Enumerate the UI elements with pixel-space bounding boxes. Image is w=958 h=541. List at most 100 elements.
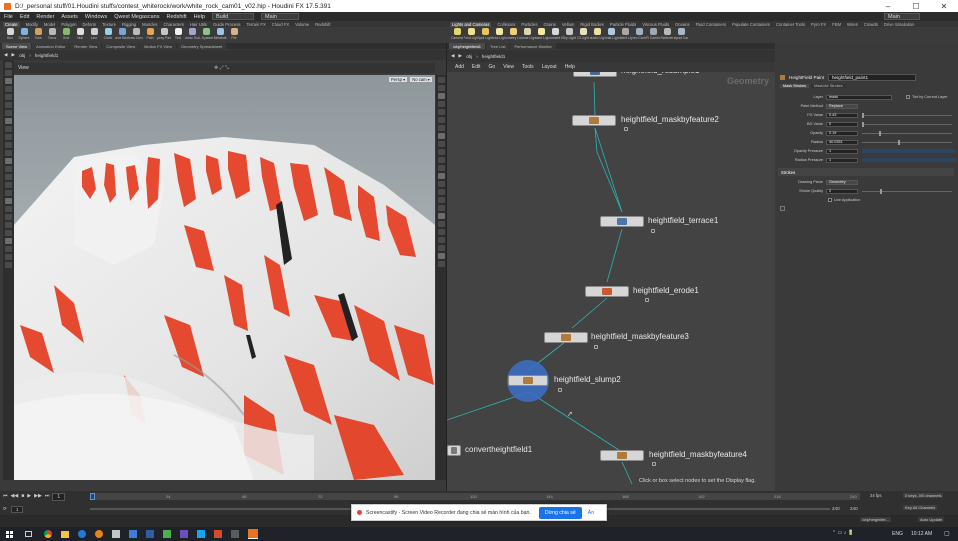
- shelf-right-tab[interactable]: Viscous Fluids: [642, 22, 669, 27]
- stroke-quality-field[interactable]: 2: [826, 188, 858, 194]
- shelf-right-tab[interactable]: Grains: [543, 22, 555, 27]
- viewport-tool-icon[interactable]: [5, 166, 12, 172]
- stop-sharing-button[interactable]: Dừng chia sẻ: [538, 506, 582, 519]
- help-toggle-icon[interactable]: [780, 206, 785, 211]
- shelf-tool-button[interactable]: Circle: [101, 27, 115, 43]
- viewport-tool-icon[interactable]: [5, 118, 12, 124]
- viewport-tool-icon[interactable]: [5, 62, 12, 68]
- stroke-quality-slider[interactable]: [862, 188, 952, 194]
- shelf-left-tab[interactable]: Redshift: [315, 22, 330, 27]
- net-menu-edit[interactable]: Edit: [472, 64, 481, 70]
- shelf-tool-button[interactable]: Portal Light: [604, 27, 618, 43]
- forward-arrow-icon[interactable]: ▶: [459, 53, 463, 59]
- shelf-tool-button[interactable]: File: [227, 27, 241, 43]
- viewport-tool-icon[interactable]: [5, 230, 12, 236]
- shelf-tool-button[interactable]: Draw Curve: [129, 27, 143, 43]
- persp-menu[interactable]: Persp ▾: [389, 77, 408, 82]
- lock-icon[interactable]: [651, 229, 655, 233]
- taskbar-app-icon[interactable]: [146, 530, 154, 538]
- desktop-dropdown[interactable]: Main: [884, 13, 920, 20]
- taskbar-app-icon[interactable]: [197, 530, 205, 538]
- viewport-tool-icon[interactable]: [5, 150, 12, 156]
- shelf-right-tab[interactable]: Pyro FX: [811, 22, 826, 27]
- tab-animation-editor[interactable]: Animation Editor: [32, 43, 70, 49]
- shelf-left-tab[interactable]: Cloud FX: [272, 22, 289, 27]
- fg-value-field[interactable]: 0.43: [826, 112, 858, 118]
- shelf-tool-button[interactable]: Volume Light: [520, 27, 534, 43]
- viewport-tool-icon[interactable]: [5, 158, 12, 164]
- shelf-right-tab[interactable]: Fluid Containers: [696, 22, 727, 27]
- shelf-tool-button[interactable]: Caustic Light: [590, 27, 604, 43]
- viewport-tool-icon[interactable]: [5, 102, 12, 108]
- maximize-button[interactable]: ☐: [902, 0, 930, 12]
- display-tool-icon[interactable]: [437, 85, 445, 91]
- radius-field[interactable]: 40.0351: [826, 139, 858, 145]
- shelf-tool-button[interactable]: Sphere: [17, 27, 31, 43]
- menu-render[interactable]: Render: [36, 14, 54, 20]
- language-indicator[interactable]: ENG: [892, 531, 903, 537]
- display-tool-icon[interactable]: [437, 229, 445, 235]
- taskbar-app-icon[interactable]: [95, 530, 103, 538]
- shelf-left-tab[interactable]: Terrain FX: [246, 22, 265, 27]
- viewport-tool-icon[interactable]: [5, 94, 12, 100]
- display-tool-icon[interactable]: [437, 141, 445, 147]
- shelf-tool-button[interactable]: Distant Light: [534, 27, 548, 43]
- display-tool-icon[interactable]: [437, 77, 445, 83]
- viewport-tool-icon[interactable]: [5, 174, 12, 180]
- node-heightfield-slump2[interactable]: heightfield_slump2: [508, 375, 621, 392]
- taskbar-app-icon[interactable]: [129, 530, 137, 538]
- shelf-tool-button[interactable]: Torus: [45, 27, 59, 43]
- shelf-tool-button[interactable]: GI Light: [576, 27, 590, 43]
- shelf-tool-button[interactable]: Box: [3, 27, 17, 43]
- handle-tools-icon[interactable]: ✥ ⤢ ⤡: [214, 65, 229, 71]
- shelf-tool-button[interactable]: Grid: [59, 27, 73, 43]
- display-tool-icon[interactable]: [437, 165, 445, 171]
- strokes-section-header[interactable]: Strokes: [778, 168, 954, 176]
- display-tool-icon[interactable]: [437, 261, 445, 267]
- radius-pressure-field[interactable]: 1: [826, 157, 858, 163]
- lock-icon[interactable]: [558, 388, 562, 392]
- shelf-right-tab[interactable]: Particles: [521, 22, 537, 27]
- viewport-tool-icon[interactable]: [5, 206, 12, 212]
- shelf-tool-button[interactable]: Switcher: [660, 27, 674, 43]
- build-dropdown[interactable]: Build: [211, 13, 254, 20]
- shelf-left-tab[interactable]: Muscles: [142, 22, 157, 27]
- tab-render-view[interactable]: Render View: [70, 43, 102, 49]
- taskbar-app-icon[interactable]: [214, 530, 222, 538]
- node-convertheightfield1[interactable]: convertheightfield1: [447, 445, 532, 456]
- end-frame-field[interactable]: 240: [832, 506, 840, 511]
- display-tool-icon[interactable]: [437, 213, 445, 219]
- viewport-tool-icon[interactable]: [5, 190, 12, 196]
- display-tool-icon[interactable]: [437, 125, 445, 131]
- node-heightfield-maskbyfeature4[interactable]: heightfield_maskbyfeature4: [600, 450, 747, 466]
- shelf-right-tab[interactable]: Crowds: [864, 22, 878, 27]
- key-all-channels[interactable]: Key All Channels: [903, 505, 938, 510]
- main-dropdown[interactable]: Main: [260, 13, 299, 20]
- shelf-left-tab[interactable]: Modify: [26, 22, 38, 27]
- viewport-tool-icon[interactable]: [5, 110, 12, 116]
- bg-value-slider[interactable]: [862, 121, 952, 127]
- shelf-tool-button[interactable]: Tube: [31, 27, 45, 43]
- shelf-tool-button[interactable]: Curve Bezier: [115, 27, 129, 43]
- paint-method-dropdown[interactable]: Replace: [826, 103, 858, 109]
- path-obj[interactable]: obj: [466, 54, 472, 59]
- net-menu-view[interactable]: View: [503, 64, 514, 70]
- shelf-left-tab[interactable]: Model: [44, 22, 55, 27]
- viewport-tool-icon[interactable]: [5, 86, 12, 92]
- tab-scene-view[interactable]: Scene View: [2, 43, 32, 49]
- shelf-left-tab[interactable]: Guide Process: [213, 22, 240, 27]
- menu-megascans[interactable]: Qwest Megascans: [114, 14, 159, 20]
- net-menu-go[interactable]: Go: [489, 64, 496, 70]
- shelf-left-tab[interactable]: Texture: [102, 22, 116, 27]
- minimize-button[interactable]: –: [874, 0, 902, 12]
- shelf-left-tab[interactable]: Deform: [82, 22, 96, 27]
- shelf-right-tab[interactable]: Vellum: [562, 22, 575, 27]
- tab-tree-list[interactable]: Tree List: [486, 43, 510, 49]
- display-tool-icon[interactable]: [437, 117, 445, 123]
- opacity-pressure-ramp[interactable]: [862, 149, 956, 153]
- realtime-toggle-icon[interactable]: ⟳: [3, 506, 7, 513]
- shelf-tool-button[interactable]: Platonic Solids: [185, 27, 199, 43]
- back-arrow-icon[interactable]: ◀: [451, 53, 455, 59]
- shelf-tool-button[interactable]: Environment Light: [548, 27, 562, 43]
- viewport-tool-icon[interactable]: [5, 70, 12, 76]
